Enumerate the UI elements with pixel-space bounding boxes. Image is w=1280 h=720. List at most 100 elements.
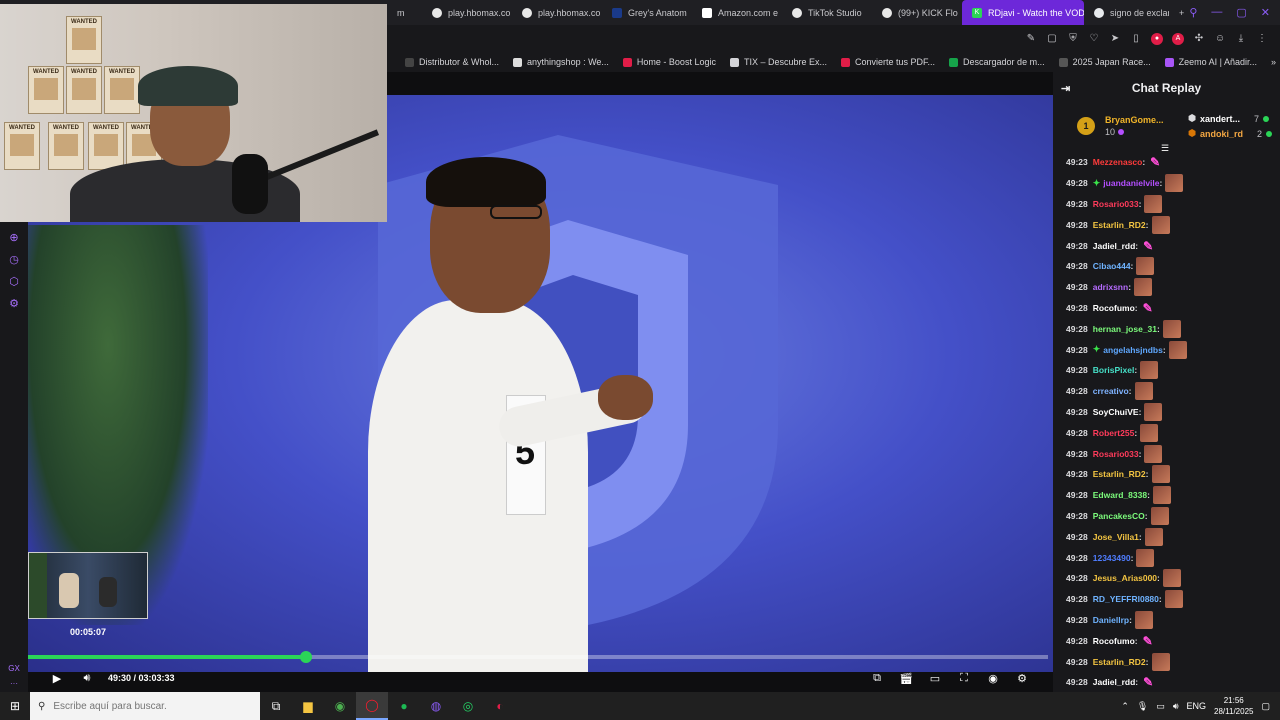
chat-message[interactable]: 49:28 crreativo:	[1053, 381, 1280, 402]
fullscreen-icon[interactable]: ⛶	[957, 671, 971, 685]
chat-username[interactable]: juandanielvile	[1103, 178, 1159, 188]
heart-icon[interactable]: ♡	[1088, 33, 1100, 45]
chat-username[interactable]: Estarlin_RD2	[1093, 657, 1146, 667]
chat-username[interactable]: Jesus_Arias000	[1093, 573, 1157, 583]
extensions-puzzle-icon[interactable]: ✣	[1193, 33, 1205, 45]
chat-username[interactable]: SoyChuiVE	[1093, 407, 1139, 417]
chat-username[interactable]: Jadiel_rdd	[1093, 677, 1136, 687]
adblock-icon[interactable]: A	[1172, 32, 1184, 45]
close-icon[interactable]: ✕	[1261, 6, 1270, 19]
browser-tab[interactable]: play.hbomax.co	[512, 0, 602, 25]
send-icon[interactable]: ➤	[1109, 33, 1121, 45]
network-icon[interactable]: ▭	[1156, 701, 1165, 712]
chat-username[interactable]: Jose_Villa1	[1093, 532, 1139, 542]
chat-username[interactable]: 12343490	[1093, 553, 1131, 563]
screenshot-icon[interactable]: ▢	[1046, 33, 1058, 45]
chat-username[interactable]: RD_YEFFRI0880	[1093, 594, 1159, 604]
volume-icon[interactable]: 🔊︎	[80, 671, 94, 685]
gifter-leaderboard[interactable]: 1 BryanGome... 10 ⬢ xandert... 7 ⬢ andok…	[1053, 104, 1280, 153]
chat-username[interactable]: Jadiel_rdd	[1093, 241, 1136, 251]
profile-icon[interactable]: ☺	[1214, 33, 1226, 45]
chat-username[interactable]: Mezzenasco	[1093, 157, 1143, 167]
chat-message[interactable]: 49:28 RD_YEFFRI0880:	[1053, 589, 1280, 610]
menu-icon[interactable]: ⋮	[1256, 33, 1268, 45]
chat-username[interactable]: PancakesCO	[1093, 511, 1145, 521]
chat-message[interactable]: 49:28 12343490:	[1053, 547, 1280, 568]
leaderboard-third[interactable]: ⬢ andoki_rd 2	[1188, 128, 1272, 139]
chat-message[interactable]: 49:28 Rosario033:	[1053, 443, 1280, 464]
bookmark-item[interactable]: Descargador de m...	[949, 57, 1045, 67]
chat-message[interactable]: 49:28 Daniellrp:	[1053, 610, 1280, 631]
notification-icon[interactable]: ▢	[1261, 701, 1270, 712]
opera-gx-icon[interactable]: ◯	[356, 692, 388, 720]
language-indicator[interactable]: ENG	[1187, 701, 1207, 711]
maximize-icon[interactable]: ▢	[1236, 6, 1246, 19]
chat-username[interactable]: Rosario033	[1093, 199, 1139, 209]
speed-icon[interactable]: ◉	[986, 671, 1000, 685]
chat-username[interactable]: Cibao444	[1093, 261, 1131, 271]
chat-username[interactable]: Robert255	[1093, 428, 1135, 438]
collapse-chat-icon[interactable]: ⇥	[1061, 82, 1070, 95]
whatsapp-icon[interactable]: ◎	[452, 692, 484, 720]
bookmark-item[interactable]: 2025 Japan Race...	[1058, 57, 1151, 67]
history-icon[interactable]: ◷	[7, 252, 21, 266]
clip-icon[interactable]: 🎬︎	[899, 671, 913, 685]
settings-icon[interactable]: ⚙	[7, 296, 21, 310]
clock[interactable]: 21:56 28/11/2025	[1214, 695, 1253, 717]
chat-message[interactable]: 49:28 Rocofumo: ✎	[1053, 298, 1280, 319]
chat-message[interactable]: 49:28 Jose_Villa1:	[1053, 526, 1280, 547]
spotify-icon[interactable]: ●	[388, 692, 420, 720]
extension-record-icon[interactable]: ●	[1151, 32, 1163, 45]
chat-username[interactable]: Edward_8338	[1093, 490, 1147, 500]
chat-message[interactable]: 49:28 PancakesCO:	[1053, 506, 1280, 527]
task-view-icon[interactable]: ⧉	[260, 692, 292, 720]
download-icon[interactable]: ⤓	[1235, 33, 1247, 45]
taskbar-search-input[interactable]	[53, 700, 234, 712]
chevron-up-icon[interactable]: ⌃	[1121, 701, 1129, 712]
add-icon[interactable]: ⊕	[7, 230, 21, 244]
file-explorer-icon[interactable]: ▆	[292, 692, 324, 720]
taskbar-search[interactable]: ⚲	[30, 692, 260, 720]
chat-message-list[interactable]: 49:23 Mezzenasco: ✎ 49:28 ✦ juandanielvile:49…	[1053, 152, 1280, 692]
browser-tab[interactable]: (99+) KICK Flo	[872, 0, 962, 25]
chat-message[interactable]: 49:28 SoyChuiVE:	[1053, 402, 1280, 423]
new-tab-button[interactable]: +	[1169, 0, 1189, 25]
windows-start-icon[interactable]: ⊞	[0, 692, 30, 720]
chat-username[interactable]: Rosario033	[1093, 449, 1139, 459]
browser-tab[interactable]: KRDjavi - Watch the VOD o×	[962, 0, 1084, 25]
chat-message[interactable]: 49:28 Estarlin_RD2:	[1053, 214, 1280, 235]
chat-username[interactable]: Rocofumo	[1093, 303, 1135, 313]
obs-icon[interactable]: ◐	[484, 692, 516, 720]
speaker-icon[interactable]: 🔊︎	[1173, 701, 1179, 712]
pin-icon[interactable]: ✎	[1025, 33, 1037, 45]
browser-tab[interactable]: signo de exclan	[1084, 0, 1169, 25]
speed-dial-icon[interactable]: ⬡	[7, 274, 21, 288]
microphone-icon[interactable]: 🎙︎	[1137, 701, 1148, 712]
chat-message[interactable]: 49:28 ✦ juandanielvile:	[1053, 173, 1280, 194]
discord-icon[interactable]: ◍	[420, 692, 452, 720]
pip-icon[interactable]: ⧉	[870, 671, 884, 685]
browser-tab[interactable]: TikTok Studio	[782, 0, 872, 25]
play-icon[interactable]: ▶	[50, 671, 64, 685]
bookmark-item[interactable]: Distributor & Whol...	[405, 57, 499, 67]
chat-message[interactable]: 49:28 Robert255:	[1053, 422, 1280, 443]
leaderboard-second[interactable]: ⬢ xandert... 7	[1188, 113, 1272, 124]
more-icon[interactable]: ···	[10, 679, 18, 688]
minimize-icon[interactable]: —	[1211, 6, 1222, 19]
leaderboard-first[interactable]: BryanGome... 10	[1105, 115, 1164, 137]
chat-username[interactable]: Estarlin_RD2	[1093, 220, 1146, 230]
browser-tab[interactable]: Amazon.com e	[692, 0, 782, 25]
chat-username[interactable]: adrixsnn	[1093, 282, 1128, 292]
browser-tab[interactable]: Grey's Anatom	[602, 0, 692, 25]
chat-username[interactable]: BorisPixel	[1093, 365, 1135, 375]
chat-message[interactable]: 49:28 Jadiel_rdd: ✎	[1053, 235, 1280, 256]
seek-bar[interactable]	[28, 651, 1048, 663]
chat-message[interactable]: 49:28 Estarlin_RD2:	[1053, 651, 1280, 672]
chat-message[interactable]: 49:23 Mezzenasco: ✎	[1053, 152, 1280, 173]
chat-username[interactable]: Daniellrp	[1093, 615, 1129, 625]
chat-message[interactable]: 49:28 Rosario033:	[1053, 194, 1280, 215]
chat-username[interactable]: hernan_jose_31	[1093, 324, 1157, 334]
gx-label[interactable]: GX	[8, 664, 20, 673]
bookmark-item[interactable]: Convierte tus PDF...	[841, 57, 935, 67]
chat-message[interactable]: 49:28 Cibao444:	[1053, 256, 1280, 277]
